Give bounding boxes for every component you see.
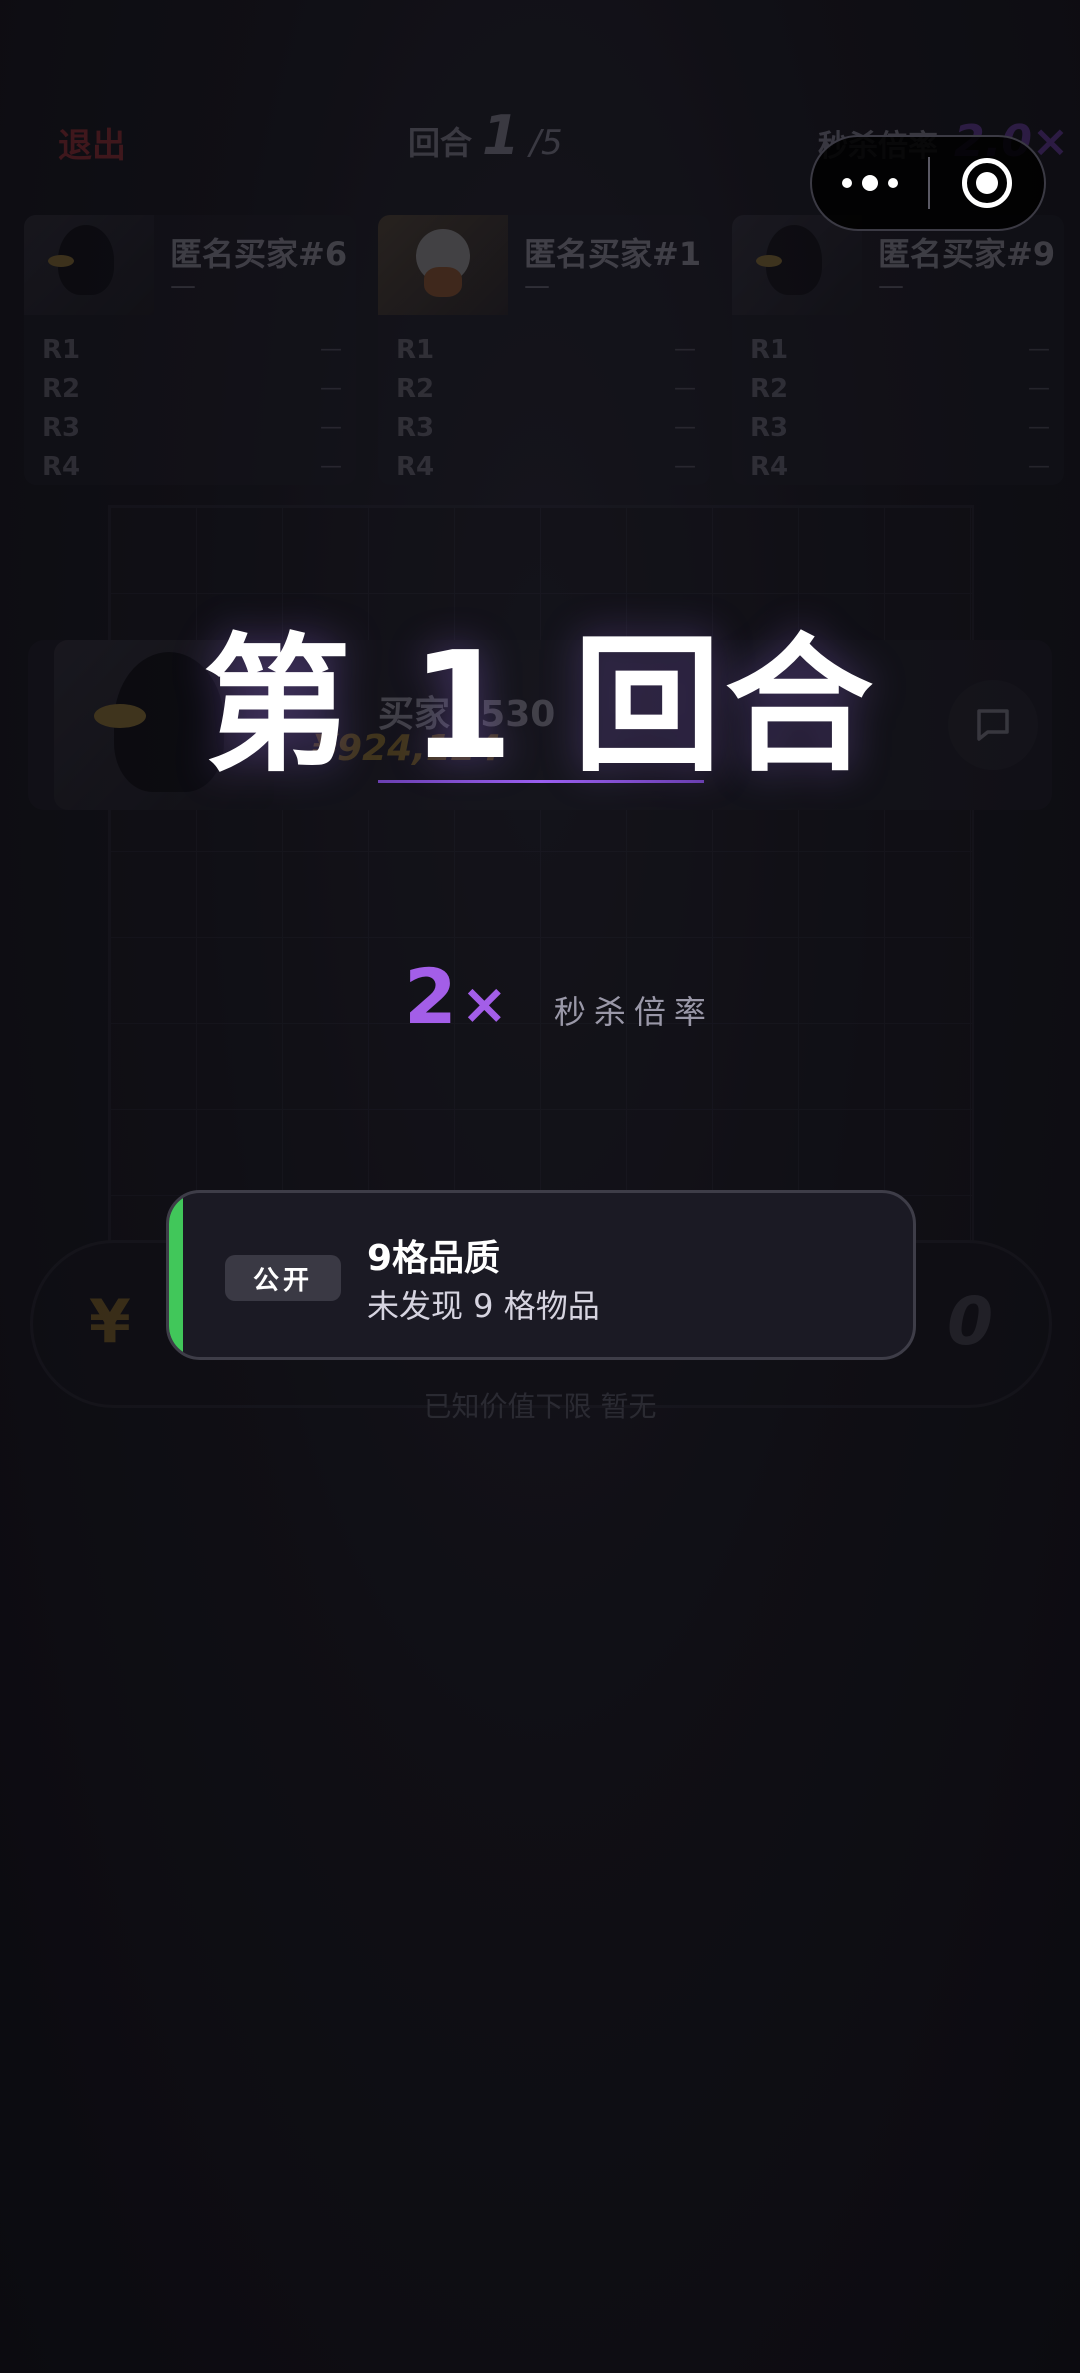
overlay-dim <box>0 0 1080 2373</box>
multiplier-number: 2 <box>404 952 457 1041</box>
game-screen: 退出 回合 1 /5 秒杀倍率 2.0× 匿名买家#6 — R1— R2— R3… <box>0 0 1080 2373</box>
round-announcement-title: 第 1 回合 <box>202 620 878 792</box>
notice-title: 9格品质 <box>367 1238 501 1279</box>
multiplier-caption: 秒杀倍率 <box>553 993 714 1031</box>
public-badge: 公开 <box>225 1255 341 1301</box>
notice-accent-bar <box>169 1193 183 1357</box>
info-notice-card: 公开 9格品质 未发现 9 格物品 <box>166 1190 916 1360</box>
more-dots-icon <box>888 178 898 188</box>
more-dots-icon <box>842 178 852 188</box>
multiplier-x: × <box>460 972 508 1037</box>
mini-program-capsule <box>810 135 1046 231</box>
multiplier-announcement: 2 × 秒杀倍率 <box>404 952 714 1041</box>
close-button[interactable] <box>930 137 1044 229</box>
title-underline <box>378 780 704 783</box>
more-dots-icon <box>862 175 878 191</box>
close-target-icon <box>962 158 1012 208</box>
more-button[interactable] <box>812 137 928 229</box>
notice-subtitle: 未发现 9 格物品 <box>367 1287 600 1325</box>
